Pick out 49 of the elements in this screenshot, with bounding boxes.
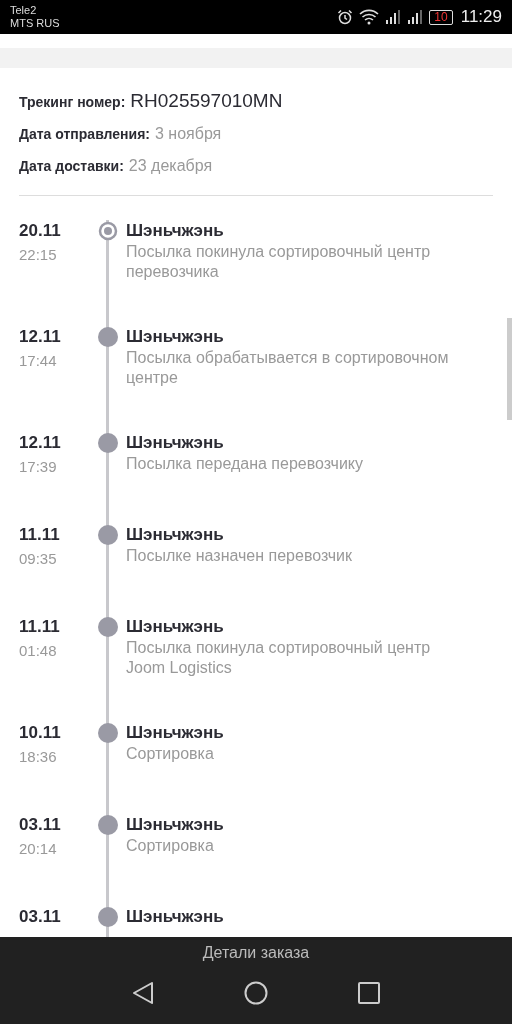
field-value: RH025597010MN: [130, 90, 283, 112]
battery-level: 10: [429, 9, 453, 25]
event-description: Посылка покинула сортировочный центр Joom Logistics: [126, 638, 432, 678]
event-time: 01:48: [19, 641, 58, 661]
event-place: Шэньчжэнь: [126, 906, 225, 928]
event-description: Посылке назначен перевозчик: [126, 546, 354, 566]
carrier-name: Tele2: [10, 4, 38, 17]
wifi-icon: [359, 9, 380, 25]
home-icon[interactable]: [244, 981, 268, 1005]
event-date: 11.11: [19, 616, 61, 638]
event-place: Шэньчжэнь: [126, 326, 225, 348]
carrier-name: MTS RUS: [10, 17, 60, 30]
event-description: Сортировка: [126, 744, 215, 764]
screen-title: Детали заказа: [202, 943, 310, 963]
field-label: Дата доставки:: [19, 157, 124, 176]
event-place: Шэньчжэнь: [126, 524, 225, 546]
event-place: Шэньчжэнь: [126, 432, 225, 454]
event-description: Сортировка: [126, 836, 215, 856]
event-place: Шэньчжэнь: [126, 814, 225, 836]
back-icon[interactable]: [132, 981, 154, 1005]
event-place: Шэньчжэнь: [126, 220, 225, 242]
clock-time: 11:29: [460, 7, 502, 27]
field-label: Трекинг номер:: [19, 93, 126, 112]
field-label: Дата отправления:: [19, 125, 150, 144]
signal-icon: [385, 10, 402, 24]
event-date: 10.11: [19, 722, 62, 744]
recent-apps-icon[interactable]: [358, 982, 380, 1004]
event-place: Шэньчжэнь: [126, 722, 225, 744]
event-time: 20:14: [19, 839, 58, 859]
event-time: 17:44: [19, 351, 58, 371]
event-place: Шэньчжэнь: [126, 616, 225, 638]
event-date: 12.11: [19, 432, 62, 454]
event-date: 03.11: [19, 906, 62, 928]
event-time: 22:15: [19, 245, 58, 265]
event-date: 03.11: [19, 814, 62, 836]
event-date: 12.11: [19, 326, 62, 348]
scrollbar[interactable]: [507, 318, 512, 420]
event-description: Посылка покинула сортировочный центр перевозчика: [126, 242, 432, 282]
event-time: 09:35: [19, 549, 58, 569]
event-date: 20.11: [19, 220, 62, 242]
field-value: 23 декабря: [128, 156, 213, 176]
signal-icon: [407, 10, 424, 24]
event-time: 18:36: [19, 747, 58, 767]
alarm-icon: [337, 9, 354, 25]
event-date: 11.11: [19, 524, 61, 546]
event-description: Посылка передана перевозчику: [126, 454, 364, 474]
event-description: Посылка обрабатывается в сортировочном центре: [126, 348, 450, 388]
event-time: 17:39: [19, 457, 58, 477]
field-value: 3 ноября: [154, 124, 222, 144]
